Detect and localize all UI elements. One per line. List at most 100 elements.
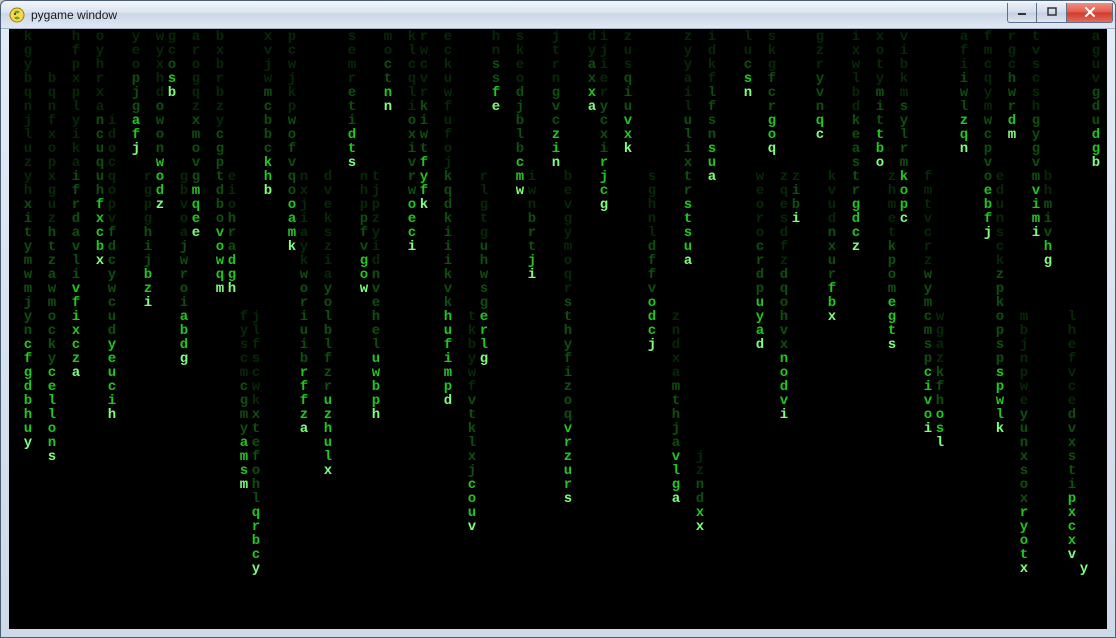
rain-cell: [958, 534, 970, 548]
rain-cell: s: [886, 338, 898, 352]
rain-cell: [874, 548, 886, 562]
rain-cell: x: [826, 240, 838, 254]
rain-column: hnssfe: [490, 30, 502, 629]
rain-cell: [466, 254, 478, 268]
rain-cell: [706, 520, 718, 534]
rain-cell: [94, 296, 106, 310]
rain-cell: [70, 436, 82, 450]
rain-cell: [418, 534, 430, 548]
rain-cell: h: [1042, 184, 1054, 198]
rain-cell: [1042, 366, 1054, 380]
rain-cell: [142, 338, 154, 352]
maximize-button[interactable]: [1037, 3, 1067, 23]
rain-cell: [262, 590, 274, 604]
rain-cell: a: [322, 268, 334, 282]
rain-cell: [694, 184, 706, 198]
rain-cell: [286, 534, 298, 548]
rain-cell: [214, 562, 226, 576]
rain-cell: [670, 156, 682, 170]
rain-cell: [1042, 114, 1054, 128]
rain-cell: [550, 492, 562, 506]
rain-cell: a: [670, 366, 682, 380]
rain-cell: [346, 534, 358, 548]
rain-cell: [994, 450, 1006, 464]
rain-cell: [694, 142, 706, 156]
rain-cell: s: [346, 30, 358, 44]
rain-cell: [622, 464, 634, 478]
rain-cell: [70, 604, 82, 618]
rain-cell: [1078, 394, 1090, 408]
rain-cell: [478, 492, 490, 506]
rain-cell: y: [214, 114, 226, 128]
rain-cell: x: [850, 44, 862, 58]
rain-cell: [814, 450, 826, 464]
rain-cell: [586, 142, 598, 156]
rain-cell: [586, 604, 598, 618]
rain-cell: y: [154, 44, 166, 58]
rain-cell: [142, 86, 154, 100]
rain-cell: [550, 254, 562, 268]
rain-cell: o: [754, 198, 766, 212]
rain-cell: [154, 268, 166, 282]
rain-cell: q: [778, 184, 790, 198]
rain-cell: [1066, 170, 1078, 184]
rain-cell: y: [1018, 408, 1030, 422]
rain-cell: z: [682, 30, 694, 44]
rain-cell: v: [550, 100, 562, 114]
rain-cell: [154, 520, 166, 534]
rain-cell: [178, 72, 190, 86]
rain-cell: b: [562, 170, 574, 184]
rain-cell: c: [214, 128, 226, 142]
rain-cell: [622, 478, 634, 492]
minimize-button[interactable]: [1007, 3, 1037, 23]
rain-cell: m: [886, 198, 898, 212]
rain-cell: j: [286, 72, 298, 86]
rain-cell: [178, 520, 190, 534]
rain-cell: [814, 212, 826, 226]
rain-cell: [1090, 184, 1102, 198]
rain-cell: [778, 604, 790, 618]
rain-cell: o: [298, 282, 310, 296]
rain-cell: o: [874, 44, 886, 58]
rain-cell: f: [298, 394, 310, 408]
rain-cell: d: [106, 240, 118, 254]
rain-cell: [742, 142, 754, 156]
rain-cell: [586, 562, 598, 576]
rain-cell: [982, 436, 994, 450]
rain-cell: [778, 72, 790, 86]
rain-cell: [1030, 548, 1042, 562]
close-button[interactable]: [1067, 3, 1113, 23]
rain-cell: [70, 562, 82, 576]
rain-cell: [130, 604, 142, 618]
rain-cell: [442, 436, 454, 450]
rain-cell: [406, 366, 418, 380]
rain-cell: [346, 492, 358, 506]
rain-cell: [478, 520, 490, 534]
rain-cell: k: [262, 156, 274, 170]
rain-cell: [886, 422, 898, 436]
rain-cell: o: [178, 212, 190, 226]
rain-cell: [706, 576, 718, 590]
rain-cell: [1030, 254, 1042, 268]
rain-cell: [382, 240, 394, 254]
rain-cell: l: [742, 30, 754, 44]
rain-cell: v: [562, 422, 574, 436]
rain-cell: [826, 114, 838, 128]
rain-cell: [526, 534, 538, 548]
rain-cell: [874, 268, 886, 282]
rain-cell: k: [994, 254, 1006, 268]
rain-cell: [358, 100, 370, 114]
rain-cell: [106, 478, 118, 492]
rain-cell: [262, 604, 274, 618]
rain-cell: [526, 464, 538, 478]
rain-cell: [70, 464, 82, 478]
rain-cell: [1006, 212, 1018, 226]
rain-cell: [1078, 100, 1090, 114]
rain-cell: [526, 282, 538, 296]
rain-cell: g: [178, 352, 190, 366]
rain-cell: [238, 198, 250, 212]
window-title: pygame window: [31, 8, 1007, 22]
rain-cell: [646, 506, 658, 520]
titlebar[interactable]: pygame window: [1, 1, 1115, 29]
rain-cell: [514, 240, 526, 254]
